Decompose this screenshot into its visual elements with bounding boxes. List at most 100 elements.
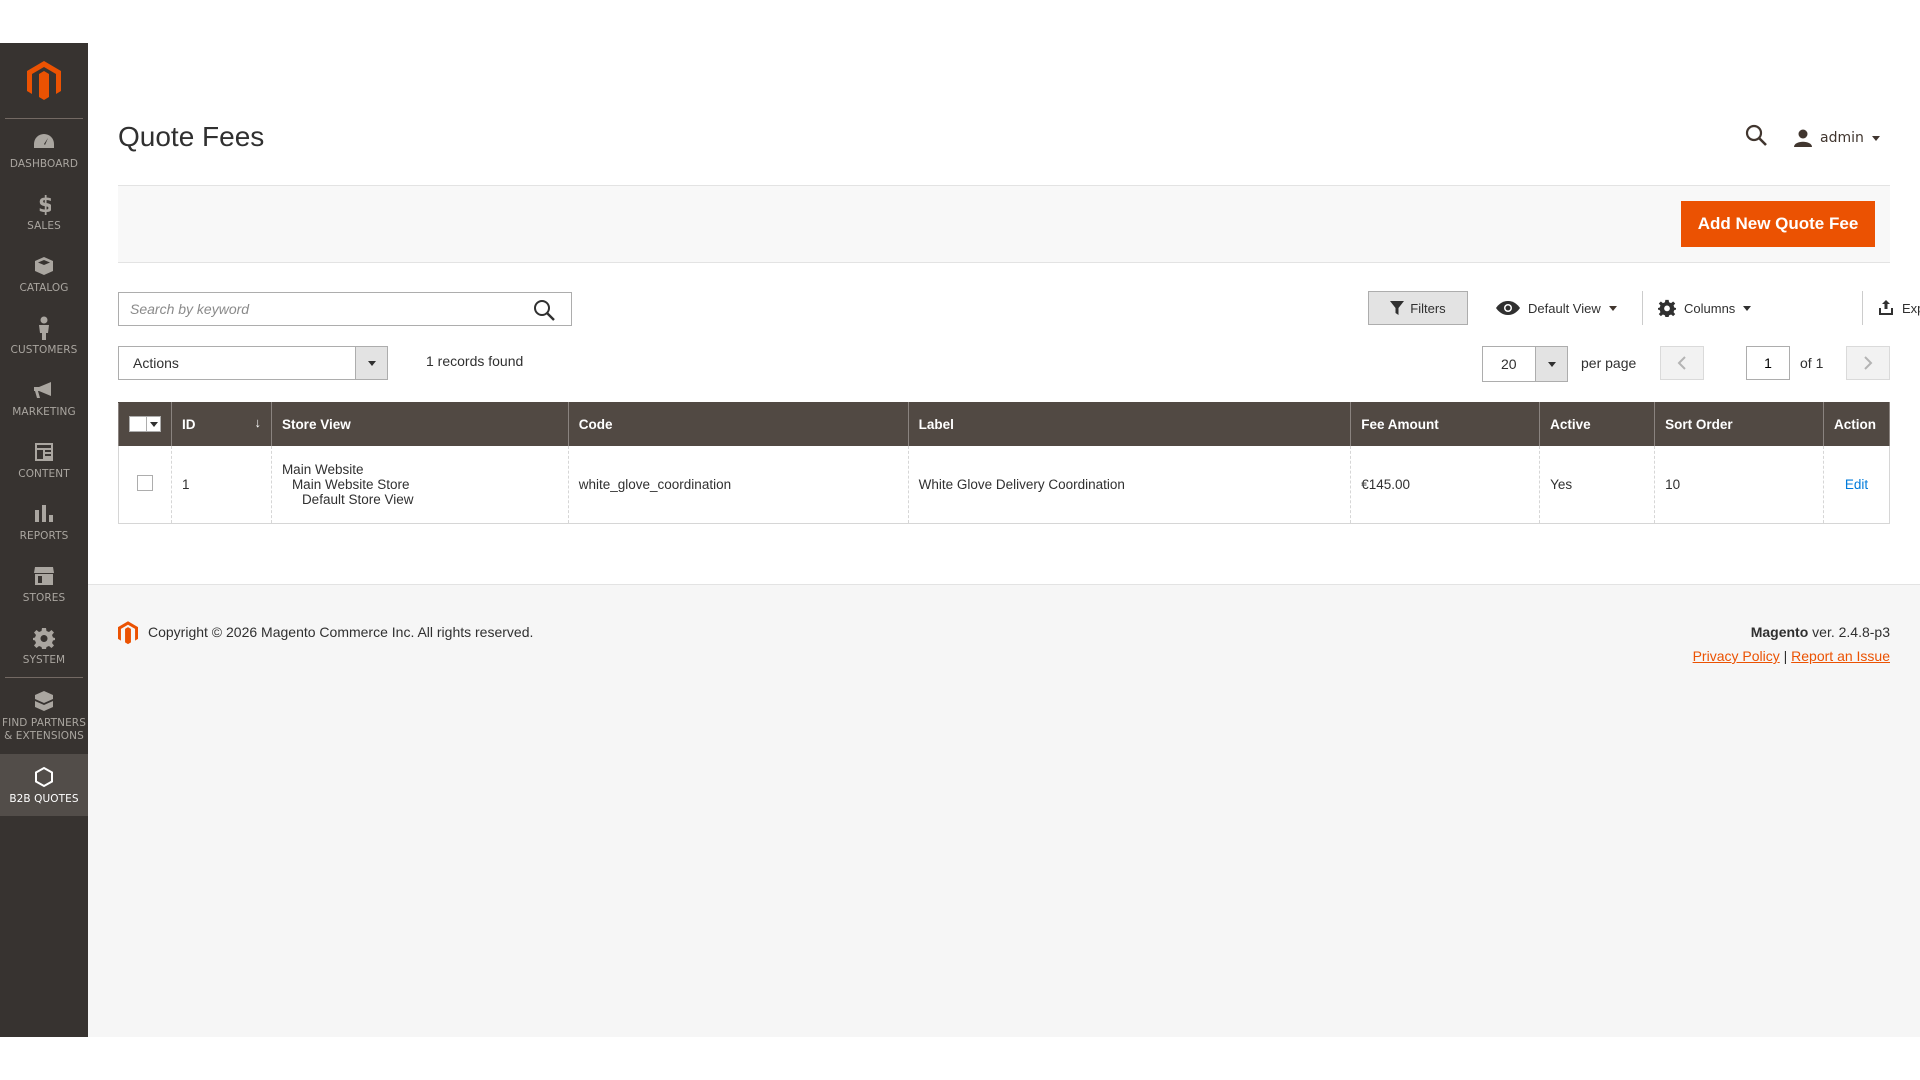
sidebar-item-content[interactable]: CONTENT (0, 429, 88, 491)
sidebar-item-system[interactable]: SYSTEM (0, 615, 88, 677)
admin-user-menu[interactable]: admin (1794, 127, 1880, 149)
actions-label: Actions (133, 355, 179, 371)
sidebar-item-marketing[interactable]: MARKETING (0, 367, 88, 429)
content-area: Quote Fees admin Add New Quote Fee Filte… (88, 43, 1920, 584)
funnel-icon (1390, 301, 1405, 315)
previous-page-button[interactable] (1660, 346, 1704, 380)
gear-icon (32, 626, 56, 650)
sidebar-item-label: SYSTEM (22, 654, 66, 666)
mass-select-checkbox[interactable] (129, 416, 161, 433)
view-label: Default View (1528, 300, 1601, 316)
mass-actions-select[interactable]: Actions (118, 346, 388, 380)
magento-footer-logo-icon (118, 621, 138, 649)
filters-label: Filters (1410, 300, 1446, 316)
svg-text:$: $ (38, 193, 51, 215)
column-header-action: Action (1822, 402, 1891, 446)
column-header-active[interactable]: Active (1539, 402, 1656, 446)
store-view-view: Default Store View (301, 491, 414, 507)
sidebar-item-label: & EXTENSIONS (4, 730, 84, 742)
sidebar-item-b2b-quotes[interactable]: B2B QUOTES (0, 754, 88, 816)
sidebar-item-partners[interactable]: FIND PARTNERS & EXTENSIONS (0, 678, 88, 754)
row-checkbox[interactable] (137, 474, 153, 491)
gear-icon (1658, 299, 1676, 317)
column-header-label[interactable]: Label (907, 402, 1352, 446)
column-header-fee-amount[interactable]: Fee Amount (1350, 402, 1541, 446)
sort-arrow-down-icon: ↓ (254, 415, 261, 430)
chevron-down-icon (1871, 135, 1880, 141)
magento-logo-icon (27, 60, 61, 100)
quote-fees-grid: ID ↓ Store View Code Label Fee Amount Ac… (118, 402, 1891, 524)
sidebar-item-stores[interactable]: STORES (0, 553, 88, 615)
sidebar-item-label: CONTENT (18, 468, 70, 480)
content-icon (32, 440, 56, 464)
per-page-value: 20 (1501, 356, 1517, 372)
report-issue-link[interactable]: Report an Issue (1791, 648, 1890, 664)
filters-button[interactable]: Filters (1368, 291, 1468, 325)
footer-version: Magento ver. 2.4.8-p3 (1751, 624, 1890, 640)
store-view-store: Main Website Store (291, 476, 410, 492)
column-header-id[interactable]: ID ↓ (171, 402, 272, 446)
keyword-search (118, 292, 572, 326)
page: Quote Fees admin Add New Quote Fee Filte… (88, 43, 1920, 1037)
cell-action: Edit (1822, 445, 1891, 524)
admin-sidebar: DASHBOARD $ SALES CATALOG CUSTOMERS MARK… (0, 43, 88, 1037)
footer-version-number: ver. 2.4.8-p3 (1812, 624, 1890, 640)
cell-store-view: Main Website Main Website Store Default … (270, 445, 569, 524)
store-icon (32, 564, 56, 588)
toolbar-divider (1642, 291, 1643, 325)
columns-dropdown[interactable]: Columns (1658, 291, 1752, 325)
search-input[interactable] (119, 293, 519, 325)
hexagon-icon (32, 765, 56, 789)
edit-link[interactable]: Edit (1845, 477, 1868, 492)
cell-id: 1 (171, 445, 272, 524)
grid-header-row: ID ↓ Store View Code Label Fee Amount Ac… (118, 402, 1891, 446)
records-found: 1 records found (426, 353, 524, 369)
search-icon[interactable] (533, 299, 555, 321)
cell-fee-amount: €145.00 (1350, 445, 1541, 524)
person-icon (32, 316, 56, 340)
columns-label: Columns (1684, 300, 1736, 316)
global-search-icon[interactable] (1744, 123, 1770, 149)
megaphone-icon (32, 378, 56, 402)
mass-select-header[interactable] (118, 402, 172, 446)
sidebar-item-label: CUSTOMERS (10, 344, 78, 356)
page-footer (88, 584, 1920, 1037)
sidebar-item-catalog[interactable]: CATALOG (0, 243, 88, 305)
footer-copyright: Copyright © 2026 Magento Commerce Inc. A… (148, 624, 534, 640)
cell-active: Yes (1539, 445, 1656, 524)
bar-chart-icon (32, 502, 56, 526)
sidebar-item-reports[interactable]: REPORTS (0, 491, 88, 553)
export-dropdown[interactable]: Export (1878, 291, 1920, 325)
export-label: Export (1902, 300, 1920, 316)
toolbar-divider (1862, 291, 1863, 325)
sidebar-item-dashboard[interactable]: DASHBOARD (0, 119, 88, 181)
page-number-input[interactable] (1746, 346, 1790, 380)
chevron-down-icon (1743, 305, 1752, 311)
sidebar-item-label: SALES (27, 220, 61, 232)
chevron-left-icon (1677, 356, 1686, 370)
chevron-down-icon (1608, 305, 1617, 311)
view-dropdown[interactable]: Default View (1496, 291, 1617, 325)
sidebar-item-label: FIND PARTNERS (2, 717, 86, 729)
sidebar-item-label: DASHBOARD (9, 158, 79, 170)
per-page-select[interactable]: 20 (1482, 346, 1568, 382)
chevron-down-icon (1535, 347, 1567, 381)
sidebar-item-customers[interactable]: CUSTOMERS (0, 305, 88, 367)
sidebar-item-label: REPORTS (19, 530, 69, 542)
user-icon (1794, 129, 1812, 147)
column-header-store-view[interactable]: Store View (270, 402, 569, 446)
magento-logo[interactable] (5, 43, 83, 119)
add-new-quote-fee-button[interactable]: Add New Quote Fee (1681, 201, 1875, 247)
column-header-code[interactable]: Code (567, 402, 909, 446)
privacy-policy-link[interactable]: Privacy Policy (1693, 648, 1780, 664)
dashboard-icon (32, 130, 56, 154)
sidebar-item-sales[interactable]: $ SALES (0, 181, 88, 243)
chevron-right-icon (1864, 356, 1873, 370)
next-page-button[interactable] (1846, 346, 1890, 380)
table-row: 1 Main Website Main Website Store Defaul… (118, 445, 1891, 524)
column-header-sort-order[interactable]: Sort Order (1654, 402, 1824, 446)
cell-label: White Glove Delivery Coordination (907, 445, 1352, 524)
cell-sort-order: 10 (1654, 445, 1824, 524)
boxes-icon (32, 689, 56, 713)
page-actions-bar: Add New Quote Fee (118, 185, 1890, 263)
